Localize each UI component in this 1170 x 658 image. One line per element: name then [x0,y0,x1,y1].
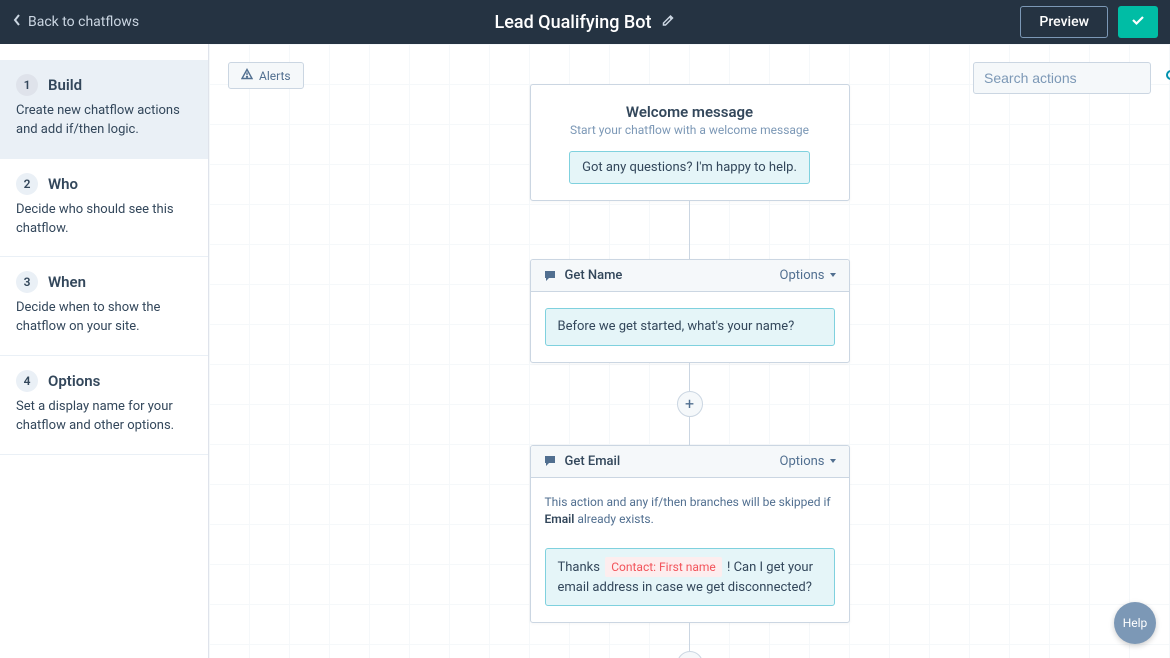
search-actions[interactable] [973,62,1151,94]
card-get-name[interactable]: Get Name Options Before we get started, … [530,259,850,363]
connector-line [689,201,690,259]
caret-down-icon [829,454,837,469]
step-title: Build [48,76,82,94]
card-welcome-message[interactable]: Welcome message Start your chatflow with… [530,84,850,201]
get-email-bubble: Thanks Contact: First name ! Can I get y… [545,548,835,606]
card-options-dropdown[interactable]: Options [780,454,837,469]
connector-line [689,363,690,391]
connector-line [689,623,690,651]
step-desc: Decide when to show the chatflow on your… [16,299,192,337]
preview-button[interactable]: Preview [1020,6,1108,38]
welcome-subtitle: Start your chatflow with a welcome messa… [547,123,833,137]
back-to-chatflows-link[interactable]: Back to chatflows [12,13,139,31]
skip-note: This action and any if/then branches wil… [545,494,835,529]
options-label: Options [780,268,825,283]
step-number: 4 [16,370,38,392]
card-title: Get Email [565,454,621,469]
step-title: Options [48,372,100,390]
get-name-bubble: Before we get started, what's your name? [545,308,835,346]
connector-line [689,417,690,445]
help-label: Help [1123,616,1148,630]
warning-icon [241,68,253,83]
preview-label: Preview [1039,14,1089,30]
chat-icon [543,454,557,468]
chevron-left-icon [12,13,22,31]
step-number: 1 [16,74,38,96]
card-get-email[interactable]: Get Email Options This action and any if… [530,445,850,624]
step-desc: Decide who should see this chatflow. [16,201,192,239]
search-input[interactable] [984,70,1165,86]
search-icon [1165,69,1170,87]
options-label: Options [780,454,825,469]
add-action-button[interactable]: + [677,651,703,658]
contact-token: Contact: First name [605,557,722,577]
back-label: Back to chatflows [28,14,139,30]
page-title: Lead Qualifying Bot [495,12,652,33]
step-desc: Set a display name for your chatflow and… [16,398,192,436]
alerts-button[interactable]: Alerts [228,62,304,89]
step-title: When [48,273,86,291]
canvas[interactable]: Alerts Welcome message Start your chatfl… [209,44,1170,658]
confirm-button[interactable] [1118,6,1158,38]
sidebar-step-who[interactable]: 2 Who Decide who should see this chatflo… [0,159,208,258]
sidebar: 1 Build Create new chatflow actions and … [0,44,209,658]
step-number: 3 [16,271,38,293]
check-icon [1130,12,1146,32]
card-title: Get Name [565,268,623,283]
sidebar-step-build[interactable]: 1 Build Create new chatflow actions and … [0,60,208,159]
card-options-dropdown[interactable]: Options [780,268,837,283]
welcome-bubble: Got any questions? I'm happy to help. [569,151,810,184]
caret-down-icon [829,268,837,283]
alerts-label: Alerts [259,69,291,83]
sidebar-step-when[interactable]: 3 When Decide when to show the chatflow … [0,257,208,356]
add-action-button[interactable]: + [677,391,703,417]
chat-icon [543,269,557,283]
step-title: Who [48,175,78,193]
pencil-icon[interactable] [662,13,676,31]
sidebar-step-options[interactable]: 4 Options Set a display name for your ch… [0,356,208,455]
plus-icon: + [685,394,694,413]
step-desc: Create new chatflow actions and add if/t… [16,102,192,140]
welcome-title: Welcome message [547,103,833,121]
step-number: 2 [16,173,38,195]
help-button[interactable]: Help [1114,602,1156,644]
